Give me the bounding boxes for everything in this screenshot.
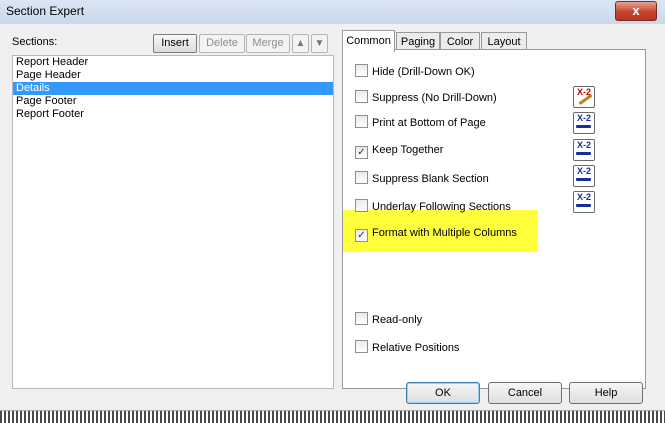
print-at-bottom-formula-icon[interactable]: X-2 xyxy=(573,112,595,134)
list-item-report-header[interactable]: Report Header xyxy=(13,56,333,69)
list-item-report-footer[interactable]: Report Footer xyxy=(13,108,333,121)
common-tab-panel: Hide (Drill-Down OK) Suppress (No Drill-… xyxy=(342,49,646,389)
read-only-checkbox[interactable] xyxy=(355,312,368,325)
option-keep-together[interactable]: ✓ Keep Together xyxy=(355,143,444,159)
keep-together-label: Keep Together xyxy=(372,144,444,156)
section-expert-dialog: Sections: Insert Delete Merge ▲ ▼ Report… xyxy=(0,24,665,410)
cancel-button[interactable]: Cancel xyxy=(488,382,562,404)
option-read-only[interactable]: Read-only xyxy=(355,312,422,326)
sections-label: Sections: xyxy=(12,36,58,48)
list-item-page-header[interactable]: Page Header xyxy=(13,69,333,82)
multiple-columns-label: Format with Multiple Columns xyxy=(372,227,517,239)
delete-button[interactable]: Delete xyxy=(199,34,245,53)
merge-button[interactable]: Merge xyxy=(246,34,290,53)
option-print-at-bottom[interactable]: Print at Bottom of Page xyxy=(355,115,486,129)
suppress-blank-formula-icon[interactable]: X-2 xyxy=(573,165,595,187)
list-item-details[interactable]: Details xyxy=(13,82,333,95)
relative-positions-label: Relative Positions xyxy=(372,342,460,354)
hide-label: Hide (Drill-Down OK) xyxy=(372,66,475,78)
underlay-formula-icon[interactable]: X-2 xyxy=(573,191,595,213)
help-button[interactable]: Help xyxy=(569,382,643,404)
keep-together-checkbox[interactable]: ✓ xyxy=(355,146,368,159)
title-bar: Section Expert x xyxy=(0,0,665,25)
list-item-page-footer[interactable]: Page Footer xyxy=(13,95,333,108)
print-at-bottom-label: Print at Bottom of Page xyxy=(372,117,486,129)
move-down-button[interactable]: ▼ xyxy=(311,34,328,53)
keep-together-formula-icon[interactable]: X-2 xyxy=(573,139,595,161)
option-multiple-columns[interactable]: ✓ Format with Multiple Columns xyxy=(355,226,517,242)
ok-button[interactable]: OK xyxy=(406,382,480,404)
option-suppress[interactable]: Suppress (No Drill-Down) xyxy=(355,90,497,104)
bottom-dotted-strip xyxy=(0,410,665,423)
sections-list[interactable]: Report Header Page Header Details Page F… xyxy=(12,55,334,389)
move-up-button[interactable]: ▲ xyxy=(292,34,309,53)
multiple-columns-checkbox[interactable]: ✓ xyxy=(355,229,368,242)
relative-positions-checkbox[interactable] xyxy=(355,340,368,353)
close-button[interactable]: x xyxy=(615,1,657,21)
underlay-checkbox[interactable] xyxy=(355,199,368,212)
insert-button[interactable]: Insert xyxy=(153,34,197,53)
suppress-label: Suppress (No Drill-Down) xyxy=(372,92,497,104)
suppress-checkbox[interactable] xyxy=(355,90,368,103)
print-at-bottom-checkbox[interactable] xyxy=(355,115,368,128)
option-suppress-blank[interactable]: Suppress Blank Section xyxy=(355,171,489,185)
option-relative-positions[interactable]: Relative Positions xyxy=(355,340,459,354)
hide-checkbox[interactable] xyxy=(355,64,368,77)
suppress-blank-label: Suppress Blank Section xyxy=(372,173,489,185)
option-hide[interactable]: Hide (Drill-Down OK) xyxy=(355,64,475,78)
read-only-label: Read-only xyxy=(372,314,423,326)
suppress-formula-icon[interactable]: X-2 xyxy=(573,86,595,108)
option-underlay[interactable]: Underlay Following Sections xyxy=(355,199,511,213)
underlay-label: Underlay Following Sections xyxy=(372,201,511,213)
window-title: Section Expert xyxy=(6,4,85,18)
tab-common[interactable]: Common xyxy=(342,30,395,52)
suppress-blank-checkbox[interactable] xyxy=(355,171,368,184)
